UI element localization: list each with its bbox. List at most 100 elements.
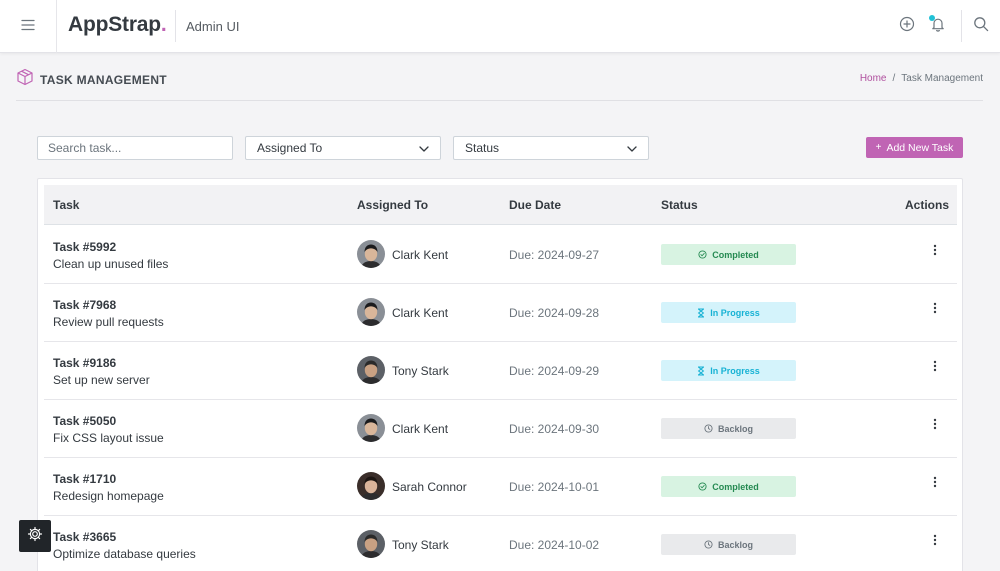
status-label: Completed: [712, 481, 759, 492]
assignee-name: Sarah Connor: [392, 480, 467, 494]
task-name: Fix CSS layout issue: [53, 431, 164, 445]
kebab-menu-icon: [933, 417, 937, 435]
task-id: Task #3665: [53, 530, 117, 544]
task-name: Review pull requests: [53, 315, 164, 329]
table-row: Task #3665 Optimize database queries Tony …: [44, 516, 957, 571]
task-name: Clean up unused files: [53, 257, 169, 271]
task-id: Task #9186: [53, 356, 117, 370]
menu-icon: [21, 18, 35, 36]
status-badge: In Progress: [661, 360, 796, 381]
assignee-name: Tony Stark: [392, 538, 449, 552]
page-title: TASK MANAGEMENT: [40, 72, 167, 87]
assigned-to-select[interactable]: Assigned To: [245, 136, 441, 160]
breadcrumb-current: Task Management: [901, 73, 983, 84]
task-name: Set up new server: [53, 373, 150, 387]
breadcrumb-home-link[interactable]: Home: [860, 73, 887, 84]
kebab-menu-icon: [933, 359, 937, 377]
row-actions-button[interactable]: [927, 300, 943, 320]
status-label: Completed: [712, 249, 759, 260]
task-name: Redesign homepage: [53, 489, 164, 503]
status-label: Backlog: [717, 423, 753, 434]
status-badge: Backlog: [661, 418, 796, 439]
status-select[interactable]: Status: [453, 136, 649, 160]
add-new-task-button[interactable]: + Add New Task: [866, 137, 963, 158]
avatar: [357, 240, 385, 268]
check-circle-icon: [698, 250, 707, 259]
task-name: Optimize database queries: [53, 547, 196, 561]
kebab-menu-icon: [933, 475, 937, 493]
app-subtitle: Admin UI: [186, 19, 240, 34]
row-actions-button[interactable]: [927, 242, 943, 262]
column-header-status: Status: [661, 198, 698, 212]
due-date: Due: 2024-10-01: [509, 480, 600, 494]
header-divider: [16, 100, 983, 101]
row-actions-button[interactable]: [927, 532, 943, 552]
box-icon: [16, 68, 34, 91]
menu-toggle-button[interactable]: [0, 0, 57, 53]
assignee-name: Clark Kent: [392, 422, 449, 436]
table-row: Task #1710 Redesign homepage Sarah Connor D…: [44, 458, 957, 516]
due-date: Due: 2024-09-27: [509, 248, 600, 262]
column-header-task: Task: [53, 198, 80, 212]
add-circle-icon: [899, 16, 915, 37]
clock-icon: [704, 424, 713, 433]
hourglass-icon: [697, 308, 705, 318]
hourglass-icon: [697, 366, 705, 376]
add-new-task-label: Add New Task: [886, 141, 954, 154]
status-label: Backlog: [717, 539, 753, 550]
brand-logo[interactable]: AppStrap.: [68, 13, 167, 37]
kebab-menu-icon: [933, 243, 937, 261]
chevron-down-icon: [419, 141, 429, 155]
status-label: In Progress: [710, 365, 760, 376]
row-actions-button[interactable]: [927, 358, 943, 378]
task-table-card: Task Assigned To Due Date Status Actions…: [37, 178, 963, 571]
avatar: [357, 472, 385, 500]
column-header-actions: Actions: [904, 198, 949, 212]
due-date: Due: 2024-09-28: [509, 306, 600, 320]
assignee-name: Clark Kent: [392, 248, 449, 262]
status-badge: In Progress: [661, 302, 796, 323]
search-task-input[interactable]: [37, 136, 233, 160]
assignee-name: Clark Kent: [392, 306, 449, 320]
search-icon: [973, 16, 989, 37]
row-actions-button[interactable]: [927, 474, 943, 494]
task-id: Task #5992: [53, 240, 117, 254]
avatar: [357, 356, 385, 384]
avatar: [357, 414, 385, 442]
chevron-down-icon: [627, 141, 637, 155]
table-row: Task #5992 Clean up unused files Clark Ken…: [44, 226, 957, 284]
clock-icon: [704, 540, 713, 549]
check-circle-icon: [698, 482, 707, 491]
search-button[interactable]: [970, 15, 992, 37]
page-header: TASK MANAGEMENT: [16, 68, 167, 91]
notification-dot: [929, 15, 935, 21]
table-row: Task #5050 Fix CSS layout issue Clark Kent…: [44, 400, 957, 458]
column-header-due-date: Due Date: [509, 198, 562, 212]
task-id: Task #7968: [53, 298, 117, 312]
assignee-name: Tony Stark: [392, 364, 449, 378]
row-actions-button[interactable]: [927, 416, 943, 436]
table-header: Task Assigned To Due Date Status Actions: [44, 185, 957, 225]
add-button[interactable]: [896, 15, 918, 37]
plus-icon: +: [875, 142, 882, 153]
column-header-assigned: Assigned To: [357, 198, 429, 212]
brand-divider: [175, 10, 176, 42]
breadcrumb-separator: /: [892, 73, 896, 84]
status-label: In Progress: [710, 307, 760, 318]
status-select-value: Status: [465, 141, 500, 155]
kebab-menu-icon: [933, 301, 937, 319]
status-badge: Completed: [661, 476, 796, 497]
due-date: Due: 2024-10-02: [509, 538, 600, 552]
avatar: [357, 530, 385, 558]
status-badge: Completed: [661, 244, 796, 265]
table-row: Task #7968 Review pull requests Clark Kent…: [44, 284, 957, 342]
due-date: Due: 2024-09-30: [509, 422, 600, 436]
status-badge: Backlog: [661, 534, 796, 555]
due-date: Due: 2024-09-29: [509, 364, 600, 378]
table-row: Task #9186 Set up new server Tony Stark Due…: [44, 342, 957, 400]
top-navbar: AppStrap. Admin UI: [0, 0, 1000, 53]
kebab-menu-icon: [933, 533, 937, 551]
avatar: [357, 298, 385, 326]
search-divider: [961, 10, 962, 42]
settings-button[interactable]: [19, 520, 51, 552]
